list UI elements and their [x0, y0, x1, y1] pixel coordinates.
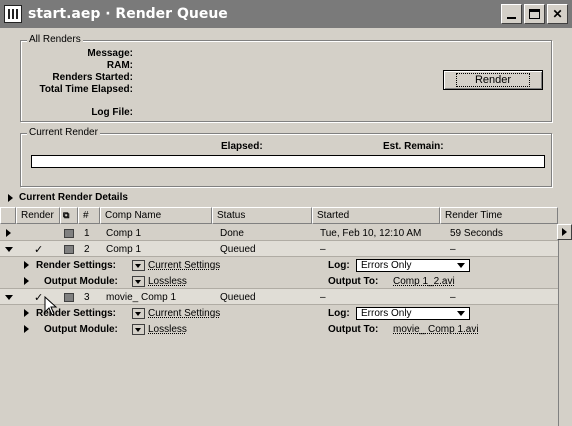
output-module-label: Output Module: — [44, 275, 118, 287]
close-button[interactable]: ✕ — [547, 4, 568, 24]
render-queue-list: 1 Comp 1 Done Tue, Feb 10, 12:10 AM 59 S… — [0, 225, 558, 337]
item-number: 3 — [84, 291, 90, 303]
current-render-group: Current Render Elapsed: Est. Remain: — [20, 127, 552, 187]
item-render-time: – — [450, 291, 456, 303]
render-button-label: Render — [455, 73, 531, 87]
item-render-time: – — [450, 243, 456, 255]
all-renders-legend: All Renders — [27, 34, 83, 45]
log-file-label: Log File: — [91, 107, 133, 118]
item-comp-name: Comp 1 — [106, 227, 142, 239]
header-number[interactable]: # — [78, 207, 100, 224]
item-3-render-settings-row: Render Settings: Current Settings Log: E… — [0, 305, 558, 321]
output-to-file-link[interactable]: Comp 1_2.avi — [393, 273, 455, 289]
dropdown-arrow-icon — [132, 307, 145, 319]
log-label: Log: — [328, 307, 350, 319]
chevron-down-icon — [457, 262, 465, 268]
header-status[interactable]: Status — [212, 207, 312, 224]
item-status: Queued — [220, 243, 256, 255]
render-checkbox[interactable]: ✓ — [34, 289, 43, 305]
message-label: Message: — [87, 48, 133, 59]
label-swatch[interactable] — [64, 289, 74, 305]
output-to-file-link[interactable]: movie_ Comp 1.avi — [393, 321, 479, 337]
item-render-time: 59 Seconds — [450, 227, 503, 239]
item-number: 2 — [84, 243, 90, 255]
item-comp-name: Comp 1 — [106, 243, 142, 255]
minimize-icon — [507, 17, 516, 19]
dropdown-arrow-icon — [132, 259, 145, 271]
queue-item-2[interactable]: ✓ 2 Comp 1 Queued – – — [0, 241, 558, 257]
render-settings-label: Render Settings: — [36, 259, 117, 271]
render-button[interactable]: Render — [443, 70, 543, 90]
output-module-label: Output Module: — [44, 323, 118, 335]
item-status: Done — [220, 227, 244, 239]
current-render-details-label: Current Render Details — [19, 192, 128, 203]
current-render-details-toggle[interactable]: Current Render Details — [8, 192, 128, 203]
renders-started-label: Renders Started: — [52, 72, 133, 83]
item-number: 1 — [84, 227, 90, 239]
window-controls: ✕ — [501, 4, 568, 24]
log-label: Log: — [328, 259, 350, 271]
total-time-elapsed-label: Total Time Elapsed: — [39, 84, 133, 95]
header-render[interactable]: Render — [16, 207, 60, 224]
item-2-output-module-row: Output Module: Lossless Output To: Comp … — [0, 273, 558, 289]
mouse-pointer-icon — [44, 296, 58, 316]
maximize-button[interactable] — [524, 4, 545, 24]
item-3-output-module-row: Output Module: Lossless Output To: movie… — [0, 321, 558, 337]
expand-arrow-icon[interactable] — [24, 273, 29, 289]
expand-arrow-icon[interactable] — [24, 257, 29, 273]
header-spacer — [0, 207, 16, 224]
item-started: – — [320, 291, 326, 303]
header-comp-name[interactable]: Comp Name — [100, 207, 212, 224]
scroll-arrow-icon — [562, 228, 567, 236]
header-started[interactable]: Started — [312, 207, 440, 224]
render-settings-menu[interactable]: Current Settings — [132, 257, 220, 273]
collapse-arrow-icon[interactable] — [5, 241, 13, 257]
expand-arrow-icon[interactable] — [6, 225, 11, 241]
header-render-time[interactable]: Render Time — [440, 207, 558, 224]
est-remain-label: Est. Remain: — [383, 141, 444, 152]
ae-app-icon — [4, 5, 22, 23]
queue-item-1[interactable]: 1 Comp 1 Done Tue, Feb 10, 12:10 AM 59 S… — [0, 225, 558, 241]
render-checkbox[interactable]: ✓ — [34, 241, 43, 257]
render-settings-menu[interactable]: Current Settings — [132, 305, 220, 321]
title-bar[interactable]: start.aep · Render Queue ✕ — [0, 0, 572, 28]
collapse-arrow-icon[interactable] — [5, 289, 13, 305]
queue-item-3[interactable]: ✓ 3 movie_ Comp 1 Queued – – — [0, 289, 558, 305]
all-renders-group: All Renders Message: RAM: Renders Starte… — [20, 34, 552, 122]
header-label-column[interactable]: ⧉ — [60, 207, 78, 224]
output-module-menu[interactable]: Lossless — [132, 321, 187, 337]
dropdown-arrow-icon — [132, 275, 145, 287]
label-swatch[interactable] — [64, 241, 74, 257]
item-2-render-settings-row: Render Settings: Current Settings Log: E… — [0, 257, 558, 273]
chevron-down-icon — [457, 310, 465, 316]
log-select[interactable]: Errors Only — [356, 257, 470, 273]
maximize-icon — [529, 9, 540, 19]
item-started: – — [320, 243, 326, 255]
label-tag-icon: ⧉ — [63, 210, 70, 220]
log-select[interactable]: Errors Only — [356, 305, 470, 321]
output-to-label: Output To: — [328, 323, 379, 335]
output-to-label: Output To: — [328, 275, 379, 287]
expand-arrow-icon[interactable] — [24, 305, 29, 321]
scroll-right-button[interactable] — [557, 224, 572, 240]
label-swatch[interactable] — [64, 225, 74, 241]
elapsed-label: Elapsed: — [221, 141, 263, 152]
close-icon: ✕ — [552, 7, 563, 21]
expand-arrow-icon — [8, 193, 13, 202]
vertical-scrollbar[interactable] — [558, 224, 572, 426]
item-comp-name: movie_ Comp 1 — [106, 291, 177, 303]
current-render-legend: Current Render — [27, 127, 100, 138]
ram-label: RAM: — [106, 60, 133, 71]
item-status: Queued — [220, 291, 256, 303]
minimize-button[interactable] — [501, 4, 522, 24]
expand-arrow-icon[interactable] — [24, 321, 29, 337]
render-queue-header: Render ⧉ # Comp Name Status Started Rend… — [0, 207, 558, 224]
item-started: Tue, Feb 10, 12:10 AM — [320, 227, 422, 239]
window-title: start.aep · Render Queue — [28, 6, 228, 22]
check-icon: ✓ — [34, 291, 44, 304]
check-icon: ✓ — [34, 243, 44, 256]
render-progress-bar — [31, 155, 545, 168]
dropdown-arrow-icon — [132, 323, 145, 335]
output-module-menu[interactable]: Lossless — [132, 273, 187, 289]
